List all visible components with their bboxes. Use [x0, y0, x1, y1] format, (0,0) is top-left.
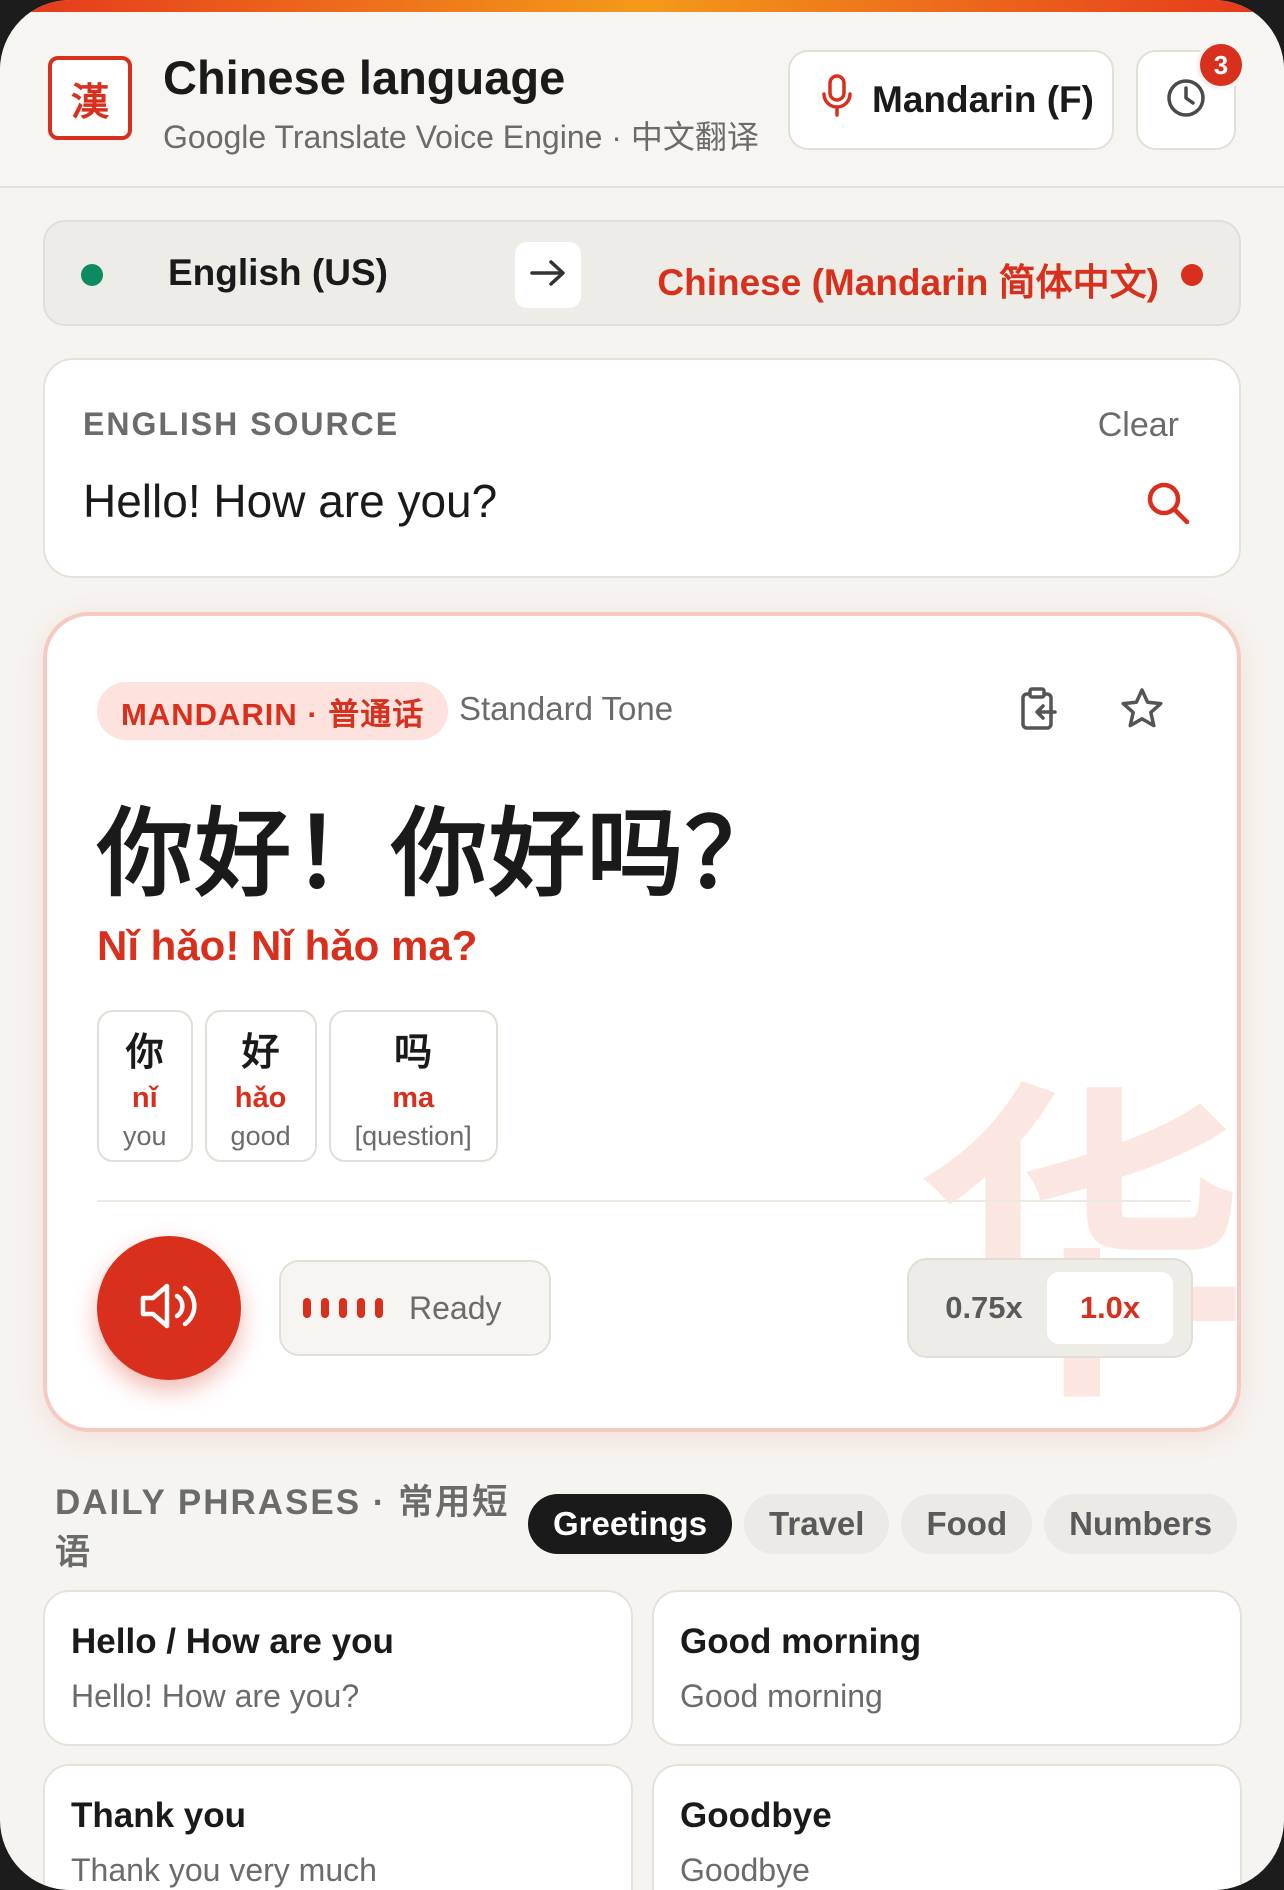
- character-pinyin: hǎo: [234, 1081, 287, 1114]
- character-meaning: you: [123, 1120, 167, 1151]
- play-audio-button[interactable]: [97, 1236, 241, 1380]
- microphone-icon: [820, 73, 854, 127]
- source-card: ENGLISH SOURCE Clear Hello! How are you?: [43, 358, 1241, 578]
- translation-card: 华 MANDARIN · 普通话 Standard Tone 你好！你好吗？ N…: [43, 612, 1241, 1432]
- target-status-dot: [1181, 264, 1203, 286]
- character: 吗: [394, 1029, 433, 1074]
- top-accent-bar: [0, 0, 1284, 12]
- source-language-select[interactable]: English (US): [168, 252, 388, 294]
- speed-selector: 0.75x 1.0x: [907, 1258, 1193, 1358]
- phrase-card[interactable]: Goodbye Goodbye: [652, 1764, 1242, 1890]
- star-icon[interactable]: [1119, 686, 1165, 737]
- translation-hanzi: 你好！你好吗？: [97, 798, 783, 910]
- phrase-title: Hello / How are you: [71, 1622, 394, 1661]
- phrase-subtitle: Thank you very much: [71, 1852, 377, 1888]
- clock-icon: [1164, 76, 1208, 125]
- character-card[interactable]: 你 nǐ you: [97, 1010, 193, 1162]
- app-screen: 漢 Chinese language Google Translate Voic…: [0, 0, 1284, 1890]
- phrase-subtitle: Goodbye: [680, 1852, 810, 1888]
- app-logo: 漢: [48, 56, 132, 140]
- phrase-tabs: Greetings Travel Food Numbers: [528, 1494, 1238, 1554]
- source-status-dot: [81, 264, 103, 286]
- character-card[interactable]: 好 hǎo good: [204, 1010, 317, 1162]
- phrase-title: Goodbye: [680, 1796, 832, 1835]
- clear-button[interactable]: Clear: [1098, 406, 1179, 445]
- phrase-card[interactable]: Thank you Thank you very much: [43, 1764, 633, 1890]
- speed-option-normal[interactable]: 1.0x: [1047, 1272, 1173, 1344]
- tab-numbers[interactable]: Numbers: [1044, 1494, 1238, 1554]
- phrase-subtitle: Good morning: [680, 1678, 883, 1714]
- character-pinyin: nǐ: [131, 1081, 158, 1114]
- copy-icon[interactable]: [1017, 686, 1061, 737]
- phrase-card[interactable]: Hello / How are you Hello! How are you?: [43, 1590, 633, 1746]
- source-text-input[interactable]: Hello! How are you?: [83, 474, 497, 528]
- divider: [97, 1200, 1191, 1202]
- target-language-select[interactable]: Chinese (Mandarin 简体中文): [657, 252, 1159, 306]
- voice-select-button[interactable]: Mandarin (F): [788, 50, 1114, 150]
- source-label: ENGLISH SOURCE: [83, 406, 400, 442]
- waveform-icon: [303, 1298, 383, 1318]
- tone-label: Standard Tone: [459, 690, 674, 727]
- phrase-card[interactable]: Good morning Good morning: [652, 1590, 1242, 1746]
- tab-travel[interactable]: Travel: [744, 1494, 890, 1554]
- status-text: Ready: [409, 1289, 502, 1326]
- app-title: Chinese language: [163, 51, 566, 104]
- app-subtitle: Google Translate Voice Engine · 中文翻译: [163, 119, 759, 155]
- dialect-pill: MANDARIN · 普通话: [97, 682, 449, 740]
- phrases-title: DAILY PHRASES · 常用短语: [55, 1483, 510, 1572]
- character: 好: [241, 1029, 280, 1074]
- header: 漢 Chinese language Google Translate Voic…: [0, 12, 1284, 188]
- character-pinyin: ma: [392, 1081, 435, 1114]
- phrase-title: Thank you: [71, 1796, 247, 1835]
- search-icon[interactable]: [1145, 480, 1191, 531]
- character-card[interactable]: 吗 ma [question]: [328, 1010, 498, 1162]
- voice-label: Mandarin (F): [872, 79, 1094, 120]
- character-meaning: [question]: [354, 1120, 472, 1151]
- history-count-badge: 3: [1196, 40, 1246, 90]
- character: 你: [125, 1029, 164, 1074]
- tab-greetings[interactable]: Greetings: [528, 1494, 733, 1554]
- arrow-right-icon: [529, 258, 567, 293]
- translation-pinyin: Nǐ hǎo! Nǐ hǎo ma?: [97, 922, 478, 969]
- speaker-icon: [137, 1278, 201, 1339]
- character-breakdown: 你 nǐ you 好 hǎo good 吗 ma [question]: [97, 1010, 498, 1162]
- character-meaning: good: [230, 1120, 291, 1151]
- watermark-character: 华: [917, 1059, 1241, 1432]
- phrase-title: Good morning: [680, 1622, 922, 1661]
- playback-status: Ready: [279, 1260, 551, 1356]
- phrase-subtitle: Hello! How are you?: [71, 1678, 360, 1714]
- swap-languages-button[interactable]: [515, 242, 581, 308]
- language-bar: English (US) Chinese (Mandarin 简体中文): [43, 220, 1241, 326]
- speed-option-slow[interactable]: 0.75x: [921, 1272, 1047, 1344]
- tab-food[interactable]: Food: [901, 1494, 1033, 1554]
